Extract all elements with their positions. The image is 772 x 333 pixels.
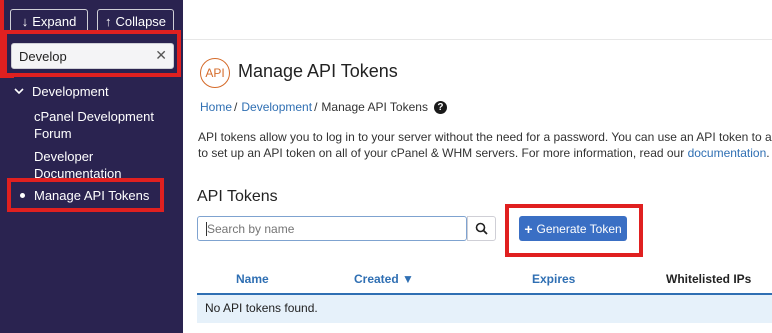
page-description: API tokens allow you to log in to your s… <box>198 130 772 160</box>
breadcrumb-current: Manage API Tokens <box>321 100 428 114</box>
search-icon <box>475 222 488 235</box>
column-header-created[interactable]: Created ▼ <box>354 272 414 286</box>
arrow-up-icon: ↑ <box>104 14 112 29</box>
search-button[interactable] <box>467 216 496 241</box>
column-header-whitelisted-ips: Whitelisted IPs <box>666 272 752 286</box>
api-logo-icon: API <box>200 58 230 88</box>
help-icon[interactable]: ? <box>433 100 447 114</box>
arrow-down-icon: ↓ <box>21 14 29 29</box>
main-content: API Manage API Tokens Home / Development… <box>183 40 772 333</box>
top-bar <box>183 0 772 40</box>
section-title: API Tokens <box>197 188 278 205</box>
highlight-box-search <box>3 30 181 77</box>
column-header-expires[interactable]: Expires <box>532 272 575 286</box>
highlight-box-generate <box>505 204 643 257</box>
token-search-input[interactable] <box>197 216 467 241</box>
documentation-link[interactable]: documentation <box>688 146 767 160</box>
breadcrumb-home[interactable]: Home <box>200 100 232 114</box>
breadcrumb: Home / Development / Manage API Tokens ? <box>200 100 447 114</box>
text-caret <box>206 222 207 236</box>
empty-table-row: No API tokens found. <box>197 293 772 323</box>
sidebar-item-developer-documentation[interactable]: Developer Documentation <box>34 148 164 182</box>
breadcrumb-development[interactable]: Development <box>241 100 312 114</box>
column-header-name[interactable]: Name <box>236 272 269 286</box>
chevron-down-icon <box>14 88 24 95</box>
sidebar-item-cpanel-development-forum[interactable]: cPanel Development Forum <box>34 108 164 142</box>
sidebar-group-development[interactable]: Development <box>14 84 109 99</box>
page-title: Manage API Tokens <box>238 61 398 81</box>
highlight-box-nav-item <box>7 178 164 212</box>
